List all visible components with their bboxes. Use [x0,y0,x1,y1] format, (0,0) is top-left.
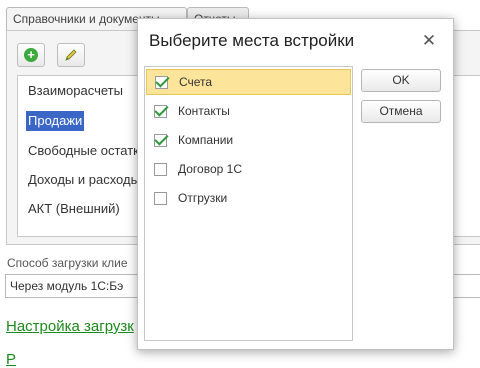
list-item[interactable]: АКТ (Внешний) [28,199,120,219]
checkbox-unchecked[interactable] [154,162,167,176]
option-label: Контакты [178,104,230,118]
load-mode-label: Способ загрузки клие [7,256,128,270]
list-item[interactable]: Взаиморасчеты [28,81,123,101]
option-label: Счета [179,75,213,89]
add-button[interactable]: + [17,43,45,67]
option-label: Компании [178,133,234,147]
option-invoices[interactable]: Счета [146,69,351,95]
option-label: Отгрузки [178,191,228,205]
option-contract[interactable]: Договор 1С [146,156,351,182]
checkbox-unchecked[interactable] [154,191,167,205]
option-shipments[interactable]: Отгрузки [146,185,351,211]
pencil-icon [65,49,77,61]
load-settings-link[interactable]: Настройка загрузк [6,318,134,335]
checkbox-checked[interactable] [155,75,168,89]
option-label: Договор 1С [178,162,242,176]
embed-places-dialog: Выберите места встройки ✕ Счета Контакты… [137,18,454,350]
list-item[interactable]: Свободные остатк [28,141,139,161]
ok-button[interactable]: OK [361,69,441,92]
dialog-title: Выберите места встройки [149,31,355,50]
option-contacts[interactable]: Контакты [146,98,351,124]
checkbox-checked[interactable] [154,133,167,147]
cancel-button[interactable]: Отмена [361,100,441,123]
checkbox-checked[interactable] [154,104,167,118]
close-icon[interactable]: ✕ [421,32,437,49]
option-companies[interactable]: Компании [146,127,351,153]
list-item[interactable]: Доходы и расходы [28,170,140,190]
list-item-selected[interactable]: Продажи [26,111,85,131]
add-circle-icon: + [24,48,38,62]
edit-button[interactable] [57,43,85,67]
embed-places-list: Счета Контакты Компании Договор 1С Отгру… [144,66,353,341]
